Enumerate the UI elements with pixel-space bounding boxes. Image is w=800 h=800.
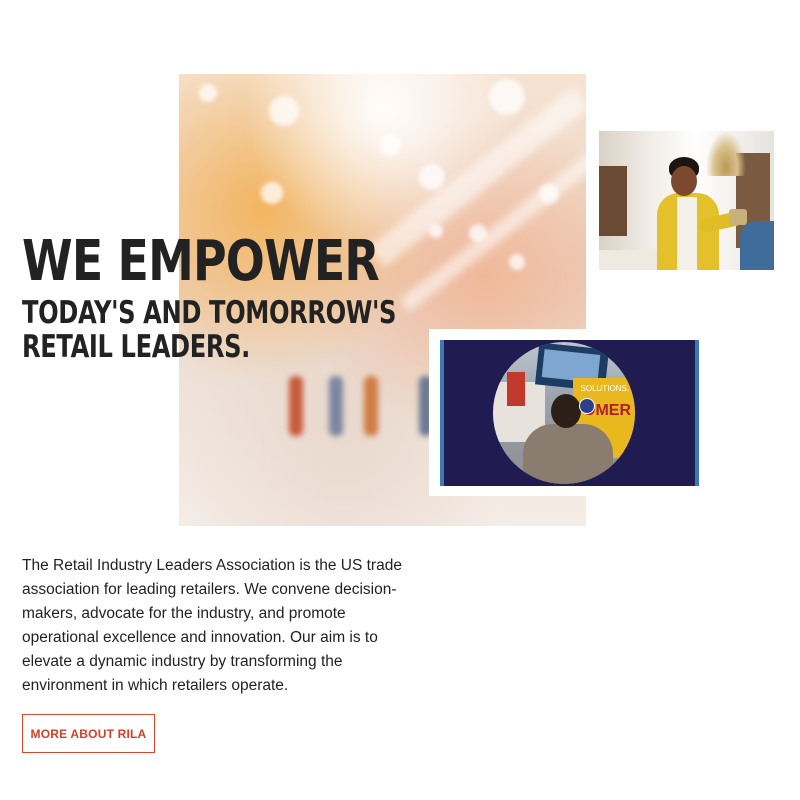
video-preview-circle: SOLUTIONS. OMER (493, 342, 635, 484)
retail-associate-photo (599, 131, 774, 270)
headline-line-3: RETAIL LEADERS. (22, 329, 250, 365)
hero-headline: WE EMPOWER TODAY'S AND TOMORROW'S RETAIL… (22, 228, 442, 364)
video-thumbnail[interactable]: SOLUTIONS. OMER (429, 329, 710, 496)
video-player[interactable]: SOLUTIONS. OMER (440, 340, 699, 486)
headline-line-2: TODAY'S AND TOMORROW'S (22, 295, 397, 331)
about-description: The Retail Industry Leaders Association … (22, 557, 402, 694)
video-sign-subtext: SOLUTIONS. (580, 384, 629, 393)
headline-main: WE EMPOWER (22, 229, 380, 294)
more-about-rila-button[interactable]: MORE ABOUT RILA (22, 714, 155, 753)
